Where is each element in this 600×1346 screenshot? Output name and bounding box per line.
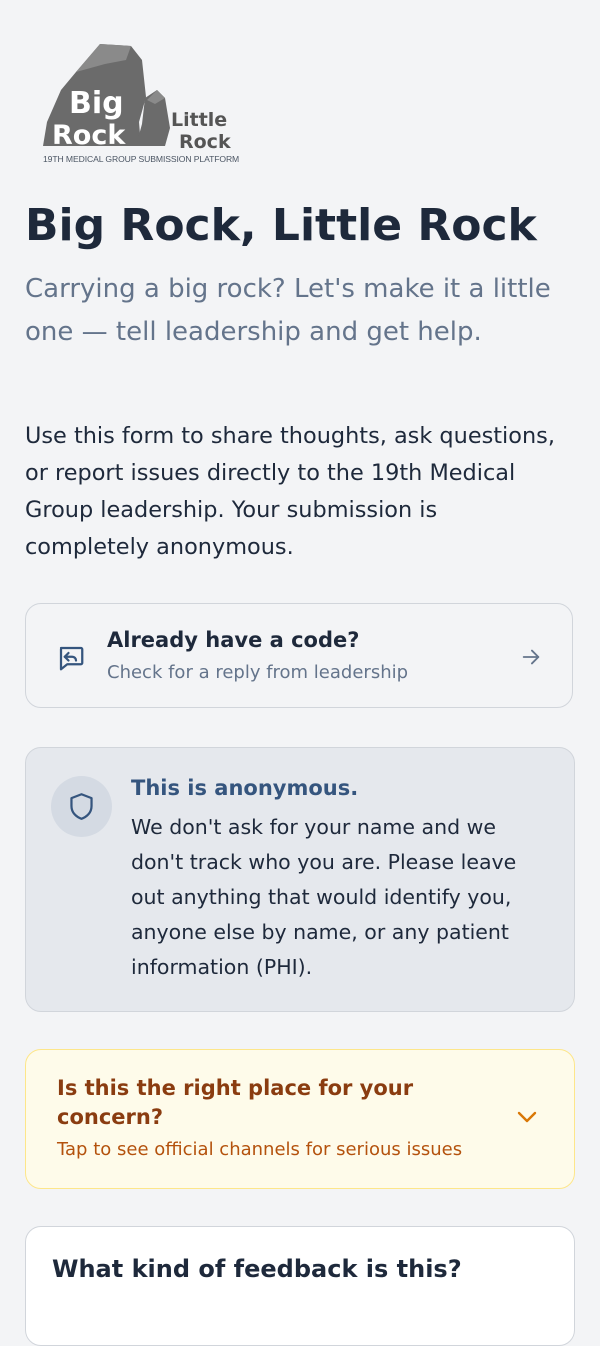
intro-text: Use this form to share thoughts, ask que… [25,423,555,560]
svg-text:Big: Big [69,86,124,121]
brand-logo: Big Rock Little Rock 19TH MEDICAL GROUP … [43,42,239,168]
svg-text:Little: Little [171,109,227,131]
anonymity-body: We don't ask for your name and we don't … [131,815,517,979]
svg-text:Rock: Rock [52,120,126,151]
check-reply-title: Already have a code? [107,628,360,652]
feedback-kind-section: What kind of feedback is this? [25,1226,575,1346]
anonymity-title: This is anonymous. [131,776,359,800]
rock-logo-graphic: Big Rock Little Rock [43,44,231,153]
concern-title: Is this the right place for your concern… [57,1076,414,1129]
check-reply-subtitle: Check for a reply from leadership [107,662,409,683]
concern-subtitle: Tap to see official channels for serious… [57,1139,463,1160]
page-subtitle: Carrying a big rock? Let's make it a lit… [25,274,551,347]
arrow-right-icon [522,649,540,665]
logo-caption: 19TH MEDICAL GROUP SUBMISSION PLATFORM [43,154,240,164]
shield-badge [51,776,112,837]
anonymity-notice: This is anonymous. We don't ask for your… [25,747,575,1012]
check-reply-card[interactable]: Already have a code? Check for a reply f… [25,603,573,708]
page-title: Big Rock, Little Rock [25,200,537,251]
feedback-kind-title: What kind of feedback is this? [52,1255,462,1283]
chevron-down-icon [517,1111,537,1123]
message-reply-icon [59,646,84,671]
svg-text:Rock: Rock [179,131,231,153]
shield-icon [70,793,93,820]
concern-expander[interactable]: Is this the right place for your concern… [25,1049,575,1189]
